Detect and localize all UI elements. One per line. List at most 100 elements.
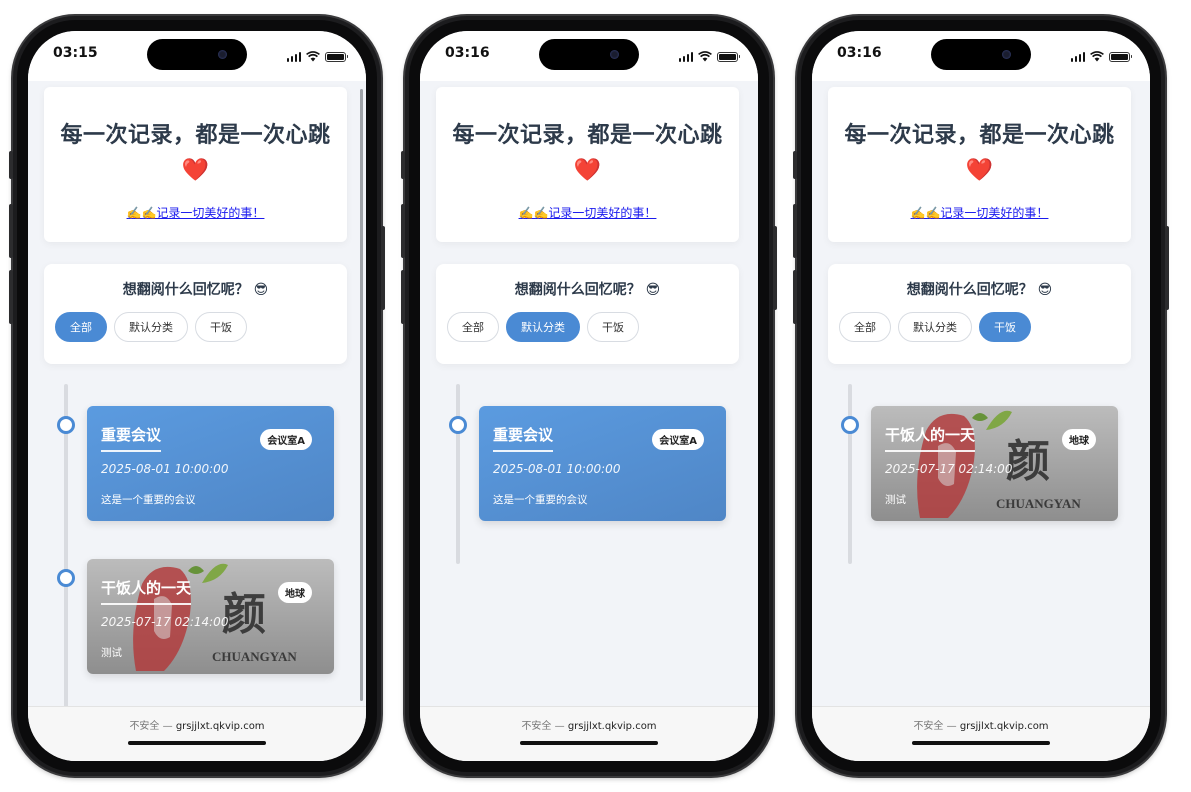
watermark-brand-text: CHUANGYAN <box>212 649 297 664</box>
category-filter-card: 想翻阅什么回忆呢？ 😎 全部 默认分类 干饭 <box>436 264 739 364</box>
phone-frame: 03:16 每一次记录，都是一次心跳 ❤️ ✍️✍️记录一切美好的事！ 想翻阅什么回忆呢… <box>401 16 777 776</box>
battery-icon <box>325 51 348 62</box>
url-domain: grsjjlxt.qkvip.com <box>959 721 1049 732</box>
browser-url-bar[interactable]: 不安全 — grsjjlxt.qkvip.com <box>812 706 1150 761</box>
memory-title: 重要会议 <box>493 424 554 452</box>
memory-date: 2025-07-17 02:14:00 <box>101 615 229 629</box>
cellular-signal-icon <box>1070 51 1085 62</box>
memory-card[interactable]: 颜 CHUANGYAN 干饭人的一天 地球 2025-07-17 02:14:00 测试 <box>871 406 1118 521</box>
svg-text:颜: 颜 <box>1006 436 1050 487</box>
record-link[interactable]: ✍️✍️记录一切美好的事！ <box>436 204 739 221</box>
insecure-label: 不安全 — <box>129 721 173 732</box>
memory-description: 这是一个重要的会议 <box>493 494 588 506</box>
timeline-dot <box>449 416 467 434</box>
hero-card: 每一次记录，都是一次心跳 ❤️ ✍️✍️记录一切美好的事！ <box>828 87 1131 242</box>
status-icons <box>1070 47 1132 66</box>
browser-url-bar[interactable]: 不安全 — grsjjlxt.qkvip.com <box>420 706 758 761</box>
category-chips: 全部 默认分类 干饭 <box>839 312 1031 342</box>
hardware-button <box>773 226 777 310</box>
category-chips: 全部 默认分类 干饭 <box>447 312 639 342</box>
wifi-icon <box>1090 47 1104 66</box>
battery-level <box>327 53 344 60</box>
category-chip[interactable]: 干饭 <box>587 312 639 342</box>
browser-url-bar[interactable]: 不安全 — grsjjlxt.qkvip.com <box>28 706 366 761</box>
front-camera <box>1002 50 1011 59</box>
category-chip[interactable]: 干饭 <box>195 312 247 342</box>
hardware-button <box>9 270 13 324</box>
record-link[interactable]: ✍️✍️记录一切美好的事！ <box>828 204 1131 221</box>
category-chip[interactable]: 全部 <box>839 312 891 342</box>
status-time: 03:16 <box>837 45 882 61</box>
hero-card: 每一次记录，都是一次心跳 ❤️ ✍️✍️记录一切美好的事！ <box>44 87 347 242</box>
status-bar: 03:15 <box>28 31 366 81</box>
battery-icon <box>1109 51 1132 62</box>
status-time: 03:16 <box>445 45 490 61</box>
category-chip[interactable]: 全部 <box>55 312 107 342</box>
hardware-button <box>793 151 797 179</box>
status-time: 03:15 <box>53 45 98 61</box>
memory-description: 这是一个重要的会议 <box>101 494 196 506</box>
category-chip[interactable]: 默认分类 <box>506 312 580 342</box>
phone-screen: 03:16 每一次记录，都是一次心跳 ❤️ ✍️✍️记录一切美好的事！ 想翻阅什么回忆呢… <box>420 31 758 761</box>
memory-card[interactable]: 重要会议 会议室A 2025-08-01 10:00:00 这是一个重要的会议 <box>479 406 726 521</box>
url-domain: grsjjlxt.qkvip.com <box>175 721 265 732</box>
hardware-button <box>793 204 797 258</box>
url-text: 不安全 — grsjjlxt.qkvip.com <box>812 717 1150 732</box>
status-bar: 03:16 <box>812 31 1150 81</box>
timeline-line <box>64 384 68 719</box>
hardware-button <box>1165 226 1169 310</box>
memory-title: 干饭人的一天 <box>885 424 976 452</box>
front-camera <box>218 50 227 59</box>
location-badge: 地球 <box>1062 429 1096 450</box>
category-chip[interactable]: 全部 <box>447 312 499 342</box>
timeline-dot <box>841 416 859 434</box>
category-filter-card: 想翻阅什么回忆呢？ 😎 全部 默认分类 干饭 <box>828 264 1131 364</box>
hero-title: 每一次记录，都是一次心跳 <box>452 123 723 148</box>
record-link[interactable]: ✍️✍️记录一切美好的事！ <box>44 204 347 221</box>
insecure-label: 不安全 — <box>913 721 957 732</box>
location-badge: 会议室A <box>260 429 312 450</box>
status-icons <box>678 47 740 66</box>
timeline-line <box>456 384 460 564</box>
cellular-signal-icon <box>678 51 693 62</box>
hardware-button <box>381 226 385 310</box>
memory-card[interactable]: 颜 CHUANGYAN 干饭人的一天 地球 2025-07-17 02:14:00 测试 <box>87 559 334 674</box>
filter-title: 想翻阅什么回忆呢？ 😎 <box>514 282 661 298</box>
phone-screen: 03:15 每一次记录，都是一次心跳 ❤️ ✍️✍️记录一切美好的事！ 想翻阅什么回忆呢… <box>28 31 366 761</box>
heart-emoji: ❤️ <box>965 158 994 183</box>
location-badge: 地球 <box>278 582 312 603</box>
battery-level <box>719 53 736 60</box>
category-filter-card: 想翻阅什么回忆呢？ 😎 全部 默认分类 干饭 <box>44 264 347 364</box>
front-camera <box>610 50 619 59</box>
home-indicator[interactable] <box>520 741 658 745</box>
page-content: 每一次记录，都是一次心跳 ❤️ ✍️✍️记录一切美好的事！ 想翻阅什么回忆呢？ 😎 全部… <box>420 81 758 706</box>
insecure-label: 不安全 — <box>521 721 565 732</box>
phone-frame: 03:15 每一次记录，都是一次心跳 ❤️ ✍️✍️记录一切美好的事！ 想翻阅什么回忆呢… <box>9 16 385 776</box>
battery-icon <box>717 51 740 62</box>
memory-date: 2025-08-01 10:00:00 <box>493 462 621 476</box>
heart-emoji: ❤️ <box>181 158 210 183</box>
page-content: 每一次记录，都是一次心跳 ❤️ ✍️✍️记录一切美好的事！ 想翻阅什么回忆呢？ 😎 全部… <box>812 81 1150 706</box>
page-content: 每一次记录，都是一次心跳 ❤️ ✍️✍️记录一切美好的事！ 想翻阅什么回忆呢？ 😎 全部… <box>28 81 366 719</box>
memory-card[interactable]: 重要会议 会议室A 2025-08-01 10:00:00 这是一个重要的会议 <box>87 406 334 521</box>
svg-text:颜: 颜 <box>222 589 266 640</box>
timeline-line <box>848 384 852 564</box>
url-domain: grsjjlxt.qkvip.com <box>567 721 657 732</box>
category-chip[interactable]: 默认分类 <box>114 312 188 342</box>
hero-title: 每一次记录，都是一次心跳 <box>60 123 331 148</box>
scrollbar[interactable] <box>360 89 363 701</box>
dynamic-island <box>539 39 639 70</box>
dynamic-island <box>147 39 247 70</box>
category-chip[interactable]: 干饭 <box>979 312 1031 342</box>
home-indicator[interactable] <box>912 741 1050 745</box>
hardware-button <box>9 151 13 179</box>
category-chip[interactable]: 默认分类 <box>898 312 972 342</box>
hero-title: 每一次记录，都是一次心跳 <box>844 123 1115 148</box>
home-indicator[interactable] <box>128 741 266 745</box>
url-text: 不安全 — grsjjlxt.qkvip.com <box>420 717 758 732</box>
filter-title: 想翻阅什么回忆呢？ 😎 <box>906 282 1053 298</box>
wifi-icon <box>698 47 712 66</box>
hero-card: 每一次记录，都是一次心跳 ❤️ ✍️✍️记录一切美好的事！ <box>436 87 739 242</box>
memory-date: 2025-08-01 10:00:00 <box>101 462 229 476</box>
memory-title: 干饭人的一天 <box>101 577 192 605</box>
